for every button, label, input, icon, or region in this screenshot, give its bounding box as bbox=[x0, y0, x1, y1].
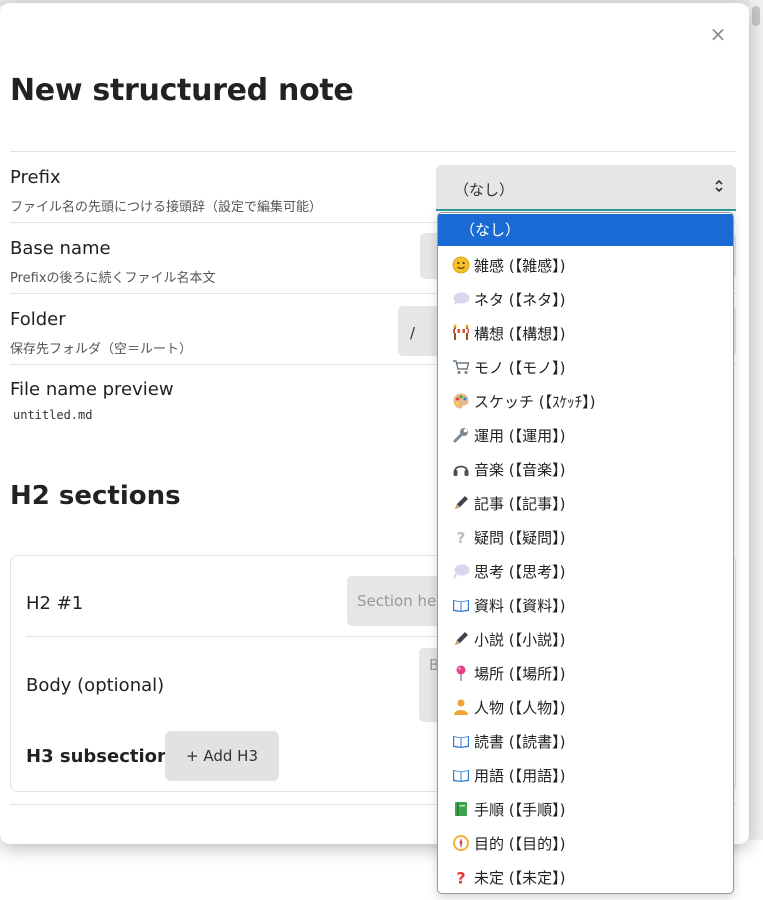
option-label: 思考 (【思考】) bbox=[474, 563, 566, 581]
question-red-icon: ? bbox=[452, 864, 470, 888]
dropdown-option[interactable]: スケッチ (【ｽｹｯﾁ】) bbox=[438, 385, 733, 419]
person-icon bbox=[452, 694, 470, 715]
dropdown-option[interactable]: モノ (【モノ】) bbox=[438, 351, 733, 385]
scrollbar-thumb[interactable] bbox=[752, 6, 760, 26]
dropdown-option[interactable]: 手順 (【手順】) bbox=[438, 793, 733, 827]
preview-label: File name preview bbox=[10, 379, 174, 400]
pen-icon bbox=[452, 626, 470, 645]
body-label: Body (optional) bbox=[26, 675, 165, 696]
dropdown-option-none[interactable]: （なし） bbox=[438, 214, 733, 246]
option-label: 音楽 (【音楽】) bbox=[474, 461, 566, 479]
option-label: モノ (【モノ】) bbox=[474, 359, 566, 377]
add-h3-button[interactable]: + Add H3 bbox=[165, 731, 279, 781]
dropdown-option[interactable]: ネタ (【ネタ】) bbox=[438, 283, 733, 317]
option-label: 疑問 (【疑問】) bbox=[474, 529, 566, 547]
dropdown-option[interactable]: 資料 (【資料】) bbox=[438, 589, 733, 623]
question-white-icon: ? bbox=[452, 524, 470, 547]
compass-icon bbox=[452, 830, 470, 851]
dropdown-option[interactable]: 音楽 (【音楽】) bbox=[438, 453, 733, 487]
thought-bubble-icon bbox=[452, 558, 470, 579]
modal-title: New structured note bbox=[10, 73, 354, 108]
dropdown-option[interactable]: 運用 (【運用】) bbox=[438, 419, 733, 453]
prefix-selected-value: （なし） bbox=[454, 181, 515, 199]
option-label: 雑感 (【雑感】) bbox=[474, 257, 566, 275]
dropdown-option[interactable]: 雑感 (【雑感】) bbox=[438, 249, 733, 283]
chevron-updown-icon bbox=[714, 179, 724, 196]
prefix-select[interactable]: （なし） bbox=[436, 165, 736, 211]
construction-icon bbox=[452, 320, 470, 340]
pen-icon bbox=[452, 490, 470, 509]
dropdown-option[interactable]: 小説 (【小説】) bbox=[438, 623, 733, 657]
dropdown-option[interactable]: 用語 (【用語】) bbox=[438, 759, 733, 793]
option-label: 用語 (【用語】) bbox=[474, 767, 566, 785]
palette-icon bbox=[452, 388, 470, 409]
green-book-icon bbox=[452, 796, 470, 816]
folder-description: 保存先フォルダ（空＝ルート） bbox=[10, 342, 193, 357]
dropdown-option[interactable]: 場所 (【場所】) bbox=[438, 657, 733, 691]
open-book-icon bbox=[452, 762, 470, 782]
dropdown-option[interactable]: 構想 (【構想】) bbox=[438, 317, 733, 351]
h2-sections-title: H2 sections bbox=[10, 481, 181, 511]
shopping-cart-icon bbox=[452, 354, 470, 374]
folder-value: / bbox=[410, 324, 416, 342]
option-label: 目的 (【目的】) bbox=[474, 835, 566, 853]
pushpin-icon bbox=[452, 660, 470, 681]
dropdown-option[interactable]: 人物 (【人物】) bbox=[438, 691, 733, 725]
dropdown-option[interactable]: ? 疑問 (【疑問】) bbox=[438, 521, 733, 555]
base-name-description: Prefixの後ろに続くファイル名本文 bbox=[10, 271, 216, 286]
dropdown-option[interactable]: 思考 (【思考】) bbox=[438, 555, 733, 589]
section-heading-placeholder: Section he bbox=[357, 592, 437, 610]
dropdown-option[interactable]: 目的 (【目的】) bbox=[438, 827, 733, 861]
dropdown-option[interactable]: 読書 (【読書】) bbox=[438, 725, 733, 759]
speech-bubble-icon bbox=[452, 286, 470, 305]
wrench-icon bbox=[452, 422, 470, 443]
h2-number-label: H2 #1 bbox=[26, 593, 84, 614]
folder-label: Folder bbox=[10, 309, 66, 330]
option-label: 資料 (【資料】) bbox=[474, 597, 566, 615]
open-book-icon bbox=[452, 728, 470, 748]
option-label: 人物 (【人物】) bbox=[474, 699, 566, 717]
svg-text:?: ? bbox=[456, 869, 465, 887]
h3-subsections-label: H3 subsections bbox=[26, 746, 181, 767]
dropdown-option[interactable]: 記事 (【記事】) bbox=[438, 487, 733, 521]
option-label: 読書 (【読書】) bbox=[474, 733, 566, 751]
file-name-preview: untitled.md bbox=[13, 408, 93, 422]
option-label: 構想 (【構想】) bbox=[474, 325, 566, 343]
option-label: 運用 (【運用】) bbox=[474, 427, 566, 445]
option-label: 場所 (【場所】) bbox=[474, 665, 566, 683]
prefix-dropdown-list: （なし） 雑感 (【雑感】) ネタ (【ネタ】) 構想 (【構想】) モノ (【… bbox=[437, 212, 734, 894]
headphones-icon bbox=[452, 456, 470, 476]
option-label: 手順 (【手順】) bbox=[474, 801, 566, 819]
option-label: スケッチ (【ｽｹｯﾁ】) bbox=[474, 393, 596, 411]
option-label: 記事 (【記事】) bbox=[474, 495, 566, 513]
divider bbox=[10, 151, 736, 152]
svg-text:?: ? bbox=[457, 529, 466, 546]
option-label: 未定 (【未定】) bbox=[474, 869, 566, 887]
scrollbar[interactable] bbox=[749, 0, 763, 840]
base-name-label: Base name bbox=[10, 238, 111, 259]
prefix-description: ファイル名の先頭につける接頭辞（設定で編集可能） bbox=[10, 200, 323, 215]
option-label: ネタ (【ネタ】) bbox=[474, 291, 566, 309]
close-icon[interactable]: × bbox=[707, 23, 729, 45]
prefix-label: Prefix bbox=[10, 167, 61, 188]
option-label: （なし） bbox=[460, 221, 521, 239]
option-label: 小説 (【小説】) bbox=[474, 631, 566, 649]
open-book-icon bbox=[452, 592, 470, 612]
dropdown-option[interactable]: ? 未定 (【未定】) bbox=[438, 861, 733, 893]
smiley-face-icon bbox=[452, 252, 470, 274]
